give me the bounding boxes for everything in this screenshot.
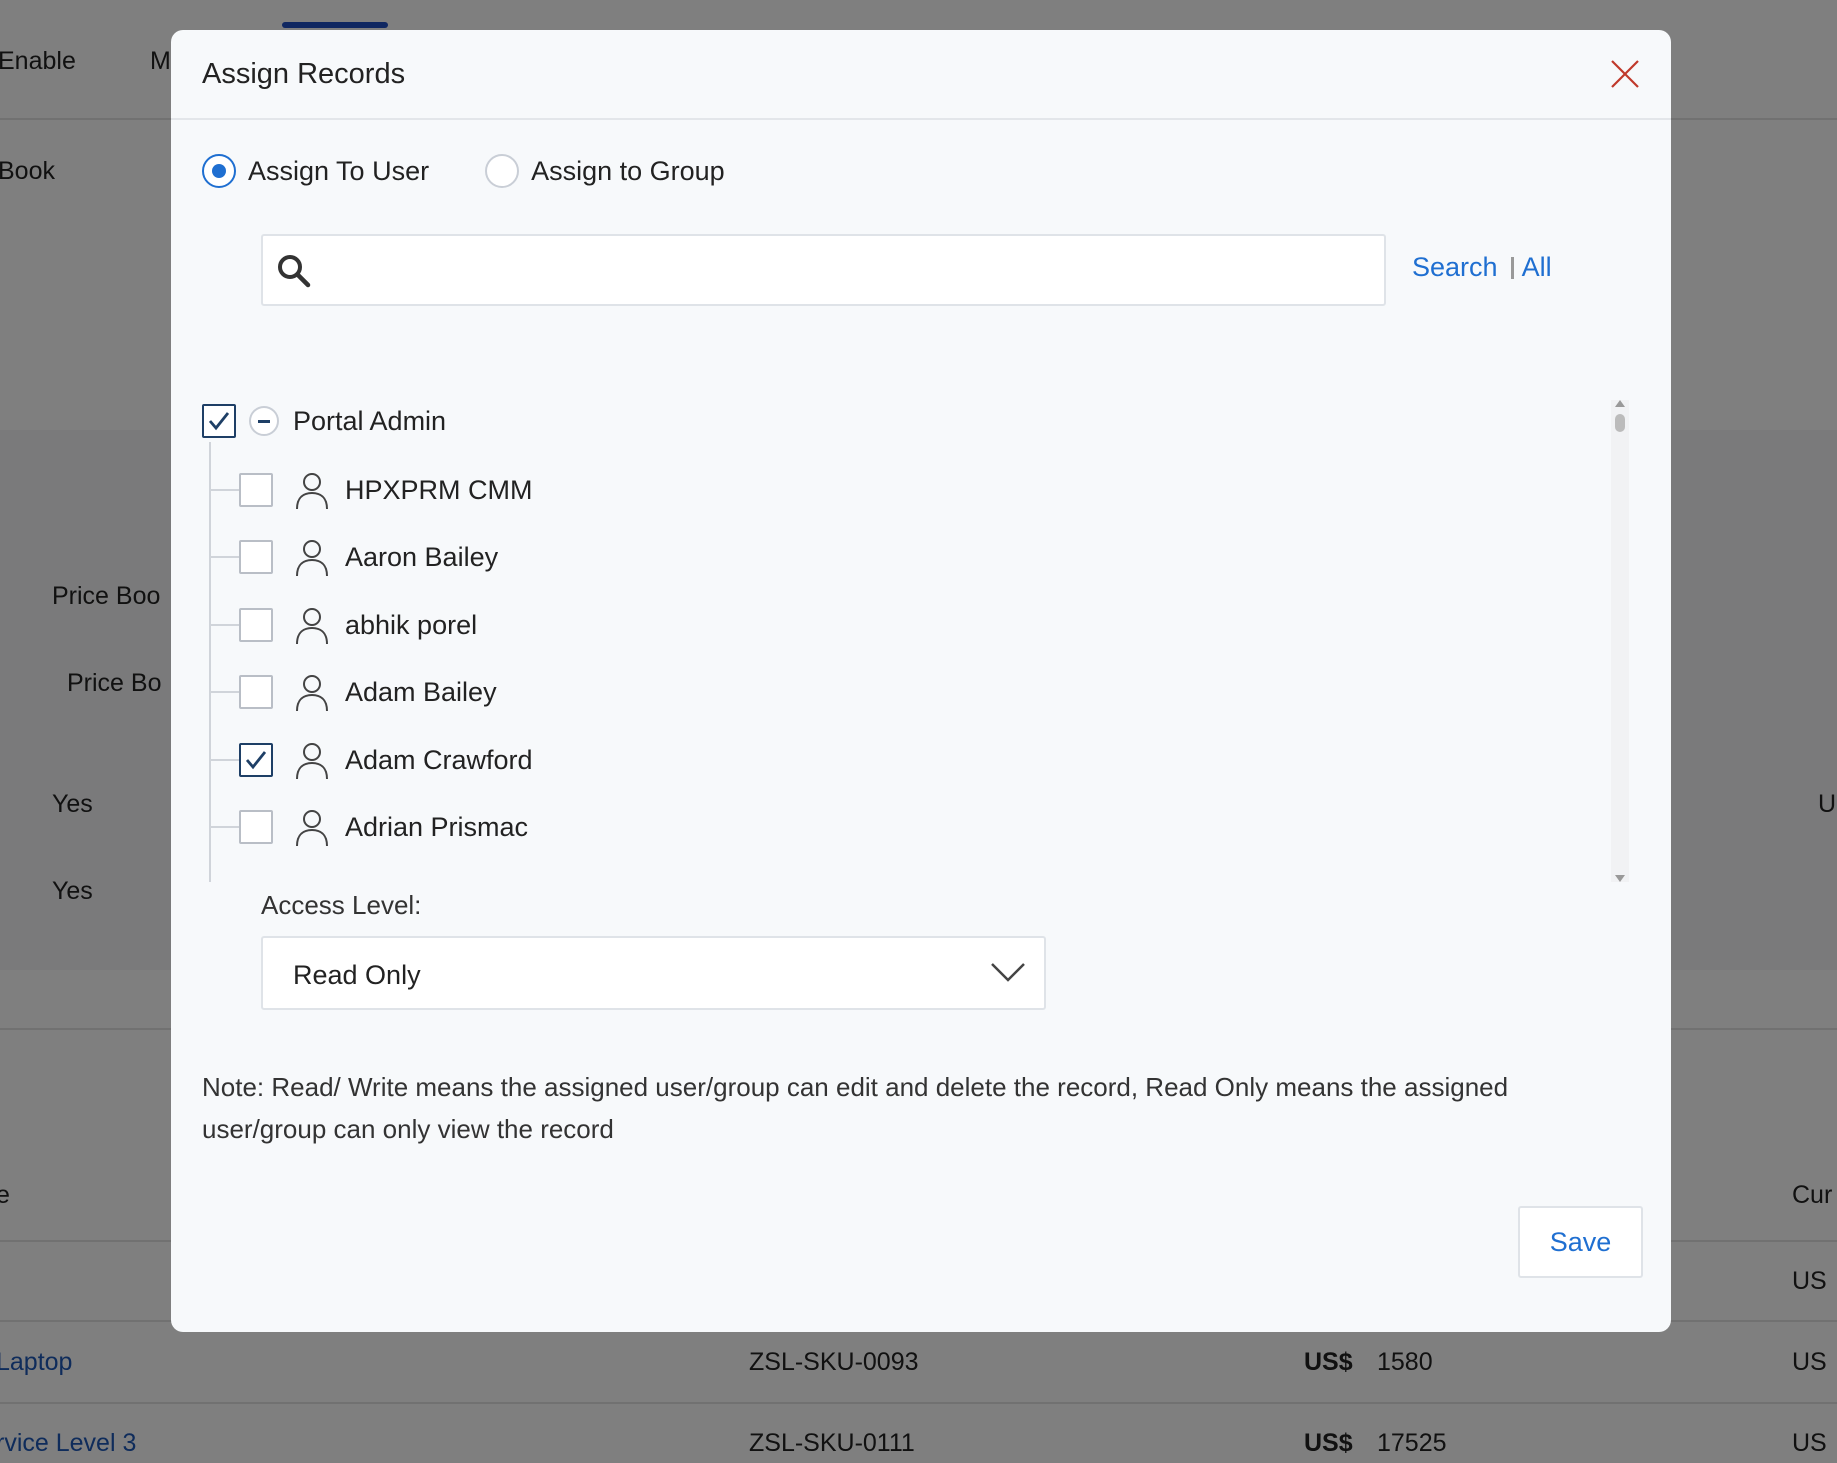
- checkmark-icon: [208, 412, 230, 431]
- tree-branch-line: [209, 759, 239, 761]
- user-label: abhik porel: [345, 609, 478, 640]
- tree-branch-line: [209, 826, 239, 828]
- user-icon: [296, 540, 328, 577]
- separator: [1510, 256, 1514, 279]
- user-tree[interactable]: Portal Admin HPXPRM CMM Aaron Bailey abh…: [171, 370, 1631, 882]
- assign-records-dialog: Assign Records Assign To User Assign to …: [171, 30, 1671, 1332]
- access-level-select[interactable]: Read Only: [261, 936, 1046, 1010]
- access-level-label: Access Level:: [261, 890, 422, 920]
- user-checkbox[interactable]: [239, 810, 273, 844]
- assign-type-radio-group: Assign To User Assign to Group: [202, 153, 781, 189]
- search-input[interactable]: [327, 236, 1377, 304]
- close-button[interactable]: [1609, 58, 1641, 90]
- scroll-down-arrow-icon[interactable]: [1615, 875, 1625, 882]
- tree-user-item[interactable]: Aaron Bailey: [209, 537, 498, 577]
- portal-admin-checkbox[interactable]: [202, 404, 236, 438]
- user-checkbox[interactable]: [239, 540, 273, 574]
- user-icon: [296, 810, 328, 847]
- all-link[interactable]: All: [1522, 252, 1552, 283]
- search-link[interactable]: Search: [1412, 252, 1498, 283]
- user-icon: [296, 675, 328, 712]
- search-actions: Search All: [1412, 252, 1552, 283]
- dialog-header: Assign Records: [171, 30, 1671, 120]
- tree-root-label: Portal Admin: [293, 405, 447, 436]
- assign-to-group-radio[interactable]: [485, 154, 520, 188]
- tree-scrollbar[interactable]: [1611, 400, 1629, 882]
- tree-user-item[interactable]: abhik porel: [209, 605, 477, 645]
- user-icon: [296, 608, 328, 645]
- user-label: Adam Bailey: [345, 676, 497, 707]
- assign-to-group-option[interactable]: Assign to Group: [485, 154, 725, 188]
- tree-branch-line: [209, 489, 239, 491]
- tree-root-portal-admin: Portal Admin: [202, 404, 446, 438]
- tree-user-item[interactable]: Adrian Prismac: [209, 807, 528, 847]
- tree-branch-line: [209, 624, 239, 626]
- user-label: HPXPRM CMM: [345, 474, 533, 505]
- user-checkbox[interactable]: [239, 743, 273, 777]
- user-label: Aaron Bailey: [345, 541, 499, 572]
- scroll-thumb[interactable]: [1615, 414, 1625, 432]
- assign-to-user-radio[interactable]: [202, 154, 236, 188]
- assign-to-user-option[interactable]: Assign To User: [202, 154, 429, 188]
- tree-user-item[interactable]: HPXPRM CMM: [209, 470, 533, 510]
- user-label: Adrian Prismac: [345, 811, 529, 842]
- scroll-up-arrow-icon[interactable]: [1615, 400, 1625, 407]
- radio-label: Assign to Group: [531, 155, 725, 186]
- user-icon: [296, 473, 328, 510]
- access-note: Note: Read/ Write means the assigned use…: [202, 1072, 1509, 1144]
- user-icon: [296, 743, 328, 780]
- user-checkbox[interactable]: [239, 608, 273, 642]
- dialog-title: Assign Records: [202, 58, 406, 90]
- search-icon: [278, 255, 311, 288]
- tree-branch-line: [209, 556, 239, 558]
- user-label: Adam Crawford: [345, 744, 533, 775]
- user-checkbox[interactable]: [239, 675, 273, 709]
- collapse-toggle[interactable]: [249, 406, 279, 436]
- close-icon: [1611, 60, 1639, 88]
- checkmark-icon: [245, 751, 267, 770]
- user-search-box: [261, 234, 1386, 306]
- tree-user-item[interactable]: Adam Crawford: [209, 740, 533, 780]
- user-checkbox[interactable]: [239, 473, 273, 507]
- tree-branch-line: [209, 691, 239, 693]
- radio-label: Assign To User: [248, 155, 430, 186]
- save-button[interactable]: Save: [1518, 1206, 1643, 1278]
- access-level-value: Read Only: [293, 960, 421, 990]
- chevron-down-icon: [991, 963, 1025, 982]
- tree-user-item[interactable]: Adam Bailey: [209, 672, 497, 712]
